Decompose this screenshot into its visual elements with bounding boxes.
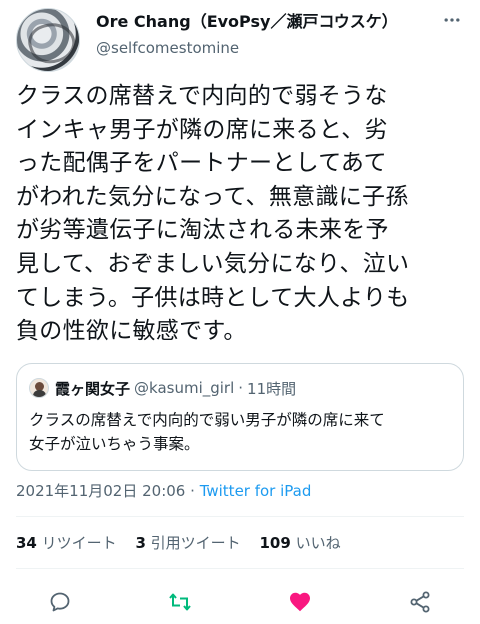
quotes-count: 3: [135, 534, 146, 552]
quoted-tweet[interactable]: 霞ヶ関女子 @kasumi_girl · 11時間 クラスの席替えで内向的で弱い…: [16, 363, 464, 471]
quotes-label: 引用ツイート: [150, 534, 241, 552]
share-button[interactable]: [406, 588, 434, 616]
tweet-meta: 2021年11月02日 20:06 · Twitter for iPad: [16, 481, 311, 501]
tweet-header: Ore Chang（EvoPsy／瀬戸コウスケ） @selfcomestomin…: [0, 0, 480, 76]
separator-dot: ·: [190, 482, 195, 500]
share-icon: [410, 591, 430, 613]
quotes-stat[interactable]: 3 引用ツイート: [135, 534, 254, 552]
quoted-tweet-time: 11時間: [247, 379, 297, 398]
separator-dot: ·: [238, 379, 244, 397]
retweets-label: リツイート: [41, 534, 117, 552]
reply-button[interactable]: [46, 588, 74, 616]
ellipsis-icon[interactable]: [440, 10, 464, 34]
tweet-timestamp[interactable]: 2021年11月02日 20:06: [16, 482, 185, 500]
tweet-text: クラスの席替えで内向的で弱そうな インキャ男子が隣の席に来ると、劣 った配偶子を…: [16, 83, 410, 345]
author-avatar[interactable]: [16, 8, 80, 72]
retweet-button[interactable]: [166, 588, 194, 616]
heart-icon: [290, 592, 310, 612]
reply-icon: [50, 592, 70, 612]
likes-count: 109: [259, 534, 291, 552]
author-name[interactable]: Ore Chang（EvoPsy／瀬戸コウスケ）: [96, 12, 398, 32]
quoted-author-avatar: [29, 378, 49, 398]
quoted-tweet-header: 霞ヶ関女子 @kasumi_girl · 11時間: [29, 378, 296, 398]
quoted-author-name: 霞ヶ関女子: [55, 379, 131, 398]
author-handle[interactable]: @selfcomestomine: [96, 38, 239, 58]
quoted-tweet-text: クラスの席替えで内向的で弱い男子が隣の席に来て 女子が泣いちゃう事案。: [29, 411, 385, 453]
tweet-source[interactable]: Twitter for iPad: [200, 482, 312, 500]
retweets-stat[interactable]: 34 リツイート: [16, 534, 131, 552]
retweets-count: 34: [16, 534, 37, 552]
divider: [16, 516, 464, 517]
likes-stat[interactable]: 109 いいね: [259, 534, 354, 552]
likes-label: いいね: [295, 534, 341, 552]
tweet-stats: 34 リツイート 3 引用ツイート 109 いいね: [16, 532, 355, 554]
like-button[interactable]: [286, 588, 314, 616]
tweet-actions: [0, 580, 480, 620]
quoted-author-handle: @kasumi_girl: [134, 379, 235, 397]
divider: [16, 568, 464, 569]
retweet-icon: [169, 593, 191, 611]
